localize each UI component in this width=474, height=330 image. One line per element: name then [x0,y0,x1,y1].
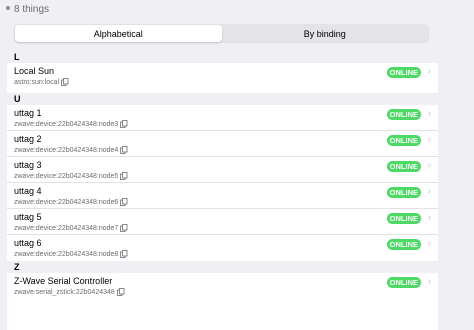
thing-uid: zwave:device:22b0424348:node8 [14,250,128,258]
copy-icon[interactable] [120,120,128,128]
copy-icon[interactable] [61,78,69,86]
thing-row-uttag-6[interactable]: uttag 6 zwave:device:22b0424348:node8 ON… [7,235,438,261]
copy-icon[interactable] [120,250,128,258]
tab-alphabetical[interactable]: Alphabetical [15,25,222,42]
copy-icon[interactable] [116,288,125,296]
chevron-right-icon: › [427,276,431,287]
status-badge: ONLINE [386,109,421,120]
status-badge: ONLINE [386,277,421,288]
group-header-l: L [7,51,438,63]
thing-uid: astro:sun:local [14,78,69,86]
thing-row-uttag-4[interactable]: uttag 4 zwave:device:22b0424348:node6 ON… [7,183,438,209]
tab-by-binding[interactable]: By binding [222,25,429,42]
thing-label: uttag 3 [14,160,42,170]
thing-uid: zwave:device:22b0424348:node7 [14,224,128,232]
chevron-right-icon: › [427,134,431,145]
chevron-right-icon: › [427,66,431,77]
thing-row-uttag-2[interactable]: uttag 2 zwave:device:22b0424348:node4 ON… [7,131,438,157]
thing-label: uttag 4 [14,186,42,196]
status-badge: ONLINE [386,187,421,198]
thing-uid: zwave:device:22b0424348:node6 [14,198,128,206]
group-header-u: U [7,93,438,105]
copy-icon[interactable] [120,224,128,232]
chevron-right-icon: › [427,238,431,249]
thing-row-zwave-serial-controller[interactable]: Z-Wave Serial Controller zwave:serial_zs… [7,273,438,303]
thing-uid: zwave:device:22b0424348:node3 [14,120,128,128]
chevron-right-icon: › [427,186,431,197]
group-header-z: Z [7,261,438,273]
thing-uid: zwave:device:22b0424348:node5 [14,172,128,180]
copy-icon[interactable] [120,146,128,154]
status-dot [6,6,10,10]
thing-label: uttag 2 [14,134,42,144]
copy-icon[interactable] [120,198,128,206]
things-count: 8 things [14,4,50,15]
thing-row-local-sun[interactable]: Local Sun astro:sun:local ONLINE › [7,63,438,93]
thing-label: Local Sun [14,66,55,76]
thing-label: uttag 5 [14,212,42,222]
chevron-right-icon: › [427,212,431,223]
thing-row-uttag-1[interactable]: uttag 1 zwave:device:22b0424348:node3 ON… [7,105,438,131]
thing-label: uttag 1 [14,108,42,118]
status-badge: ONLINE [386,67,421,78]
chevron-right-icon: › [427,108,431,119]
status-badge: ONLINE [386,135,421,146]
things-list: L Local Sun astro:sun:local ONLINE › U u… [7,51,438,330]
thing-label: Z-Wave Serial Controller [14,276,113,286]
status-badge: ONLINE [386,161,421,172]
thing-uid: zwave:device:22b0424348:node4 [14,146,128,154]
thing-uid: zwave:serial_zstick:22b0424348 [14,288,125,296]
thing-label: uttag 6 [14,238,42,248]
thing-row-uttag-5[interactable]: uttag 5 zwave:device:22b0424348:node7 ON… [7,209,438,235]
status-badge: ONLINE [386,239,421,250]
chevron-right-icon: › [427,160,431,171]
thing-row-uttag-3[interactable]: uttag 3 zwave:device:22b0424348:node5 ON… [7,157,438,183]
status-badge: ONLINE [386,213,421,224]
view-mode-segmented-control: Alphabetical By binding [14,24,429,43]
copy-icon[interactable] [120,172,128,180]
